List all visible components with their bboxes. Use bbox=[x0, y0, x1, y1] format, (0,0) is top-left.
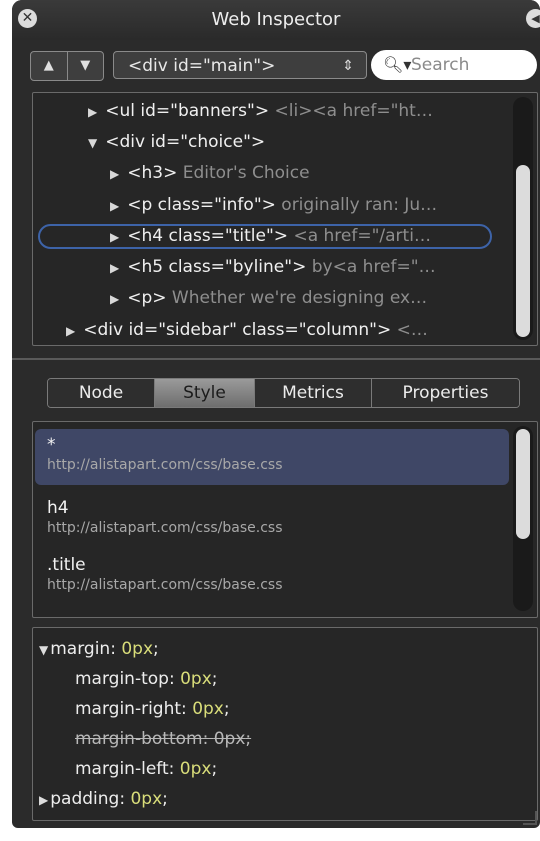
property-row-overridden[interactable]: margin-bottom: 0px; bbox=[75, 728, 251, 750]
tab-metrics[interactable]: Metrics bbox=[255, 379, 372, 407]
node-select-value: <div id="main"> bbox=[128, 56, 276, 76]
pane-divider[interactable] bbox=[12, 358, 540, 360]
dom-node-preview: originally ran: Ju… bbox=[281, 195, 438, 215]
dom-tree-scroll-thumb[interactable] bbox=[516, 165, 530, 337]
toolbar: ▲ ▼ <div id="main"> ⇕ 🔍︎▾ Search bbox=[12, 47, 540, 85]
dom-node-preview: <a href="/arti… bbox=[293, 226, 431, 246]
expanded-triangle-icon[interactable]: ▼ bbox=[39, 643, 48, 657]
dom-node-row[interactable]: ▶ <div id="sidebar" class="column"> <… bbox=[66, 317, 488, 343]
collapsed-triangle-icon[interactable]: ▶ bbox=[110, 199, 119, 213]
rule-selector: .title bbox=[47, 555, 86, 575]
web-inspector-window: ✕ Web Inspector ◀ ▲ ▼ <div id="main"> ⇕ … bbox=[12, 0, 540, 828]
previous-node-button[interactable]: ▲ bbox=[31, 52, 68, 80]
property-value[interactable]: 0px bbox=[180, 669, 212, 689]
rule-source-link[interactable]: http://alistapart.com/css/base.css bbox=[47, 455, 509, 475]
style-properties-panel: ▼ margin: 0px; margin-top: 0px; margin-ri… bbox=[32, 627, 538, 821]
collapsed-triangle-icon[interactable]: ▶ bbox=[110, 167, 119, 181]
dom-node-row[interactable]: ▶ <ul id="banners"> <li><a href="ht… bbox=[88, 98, 488, 124]
property-row[interactable]: margin-top: 0px; bbox=[75, 668, 218, 690]
property-value[interactable]: 0px bbox=[130, 789, 162, 809]
style-rules-scroll-thumb[interactable] bbox=[516, 429, 530, 539]
dom-node-row[interactable]: ▶ <h3> Editor's Choice bbox=[110, 160, 488, 186]
dom-tree-panel: ▶ <ul id="banners"> <li><a href="ht… ▼ <di… bbox=[32, 92, 538, 346]
tab-properties[interactable]: Properties bbox=[372, 379, 519, 407]
tab-node[interactable]: Node bbox=[48, 379, 155, 407]
style-rules-panel: * http://alistapart.com/css/base.css h4 … bbox=[32, 421, 538, 618]
style-rule-selected[interactable]: * http://alistapart.com/css/base.css bbox=[35, 429, 509, 485]
tab-style[interactable]: Style bbox=[155, 379, 255, 407]
collapsed-triangle-icon[interactable]: ▶ bbox=[88, 105, 97, 119]
property-name: margin bbox=[50, 639, 111, 659]
collapsed-triangle-icon[interactable]: ▶ bbox=[39, 793, 48, 807]
property-value[interactable]: 0px bbox=[121, 639, 153, 659]
dom-node-tag: <ul id="banners"> bbox=[105, 101, 270, 121]
search-placeholder: Search bbox=[411, 55, 470, 75]
dom-node-tag: <div id="choice"> bbox=[105, 132, 266, 152]
style-rules-scrollbar[interactable] bbox=[513, 426, 533, 611]
dom-node-preview: <… bbox=[396, 320, 428, 340]
dom-tree-scrollbar[interactable] bbox=[513, 97, 533, 340]
style-rule[interactable]: h4 http://alistapart.com/css/base.css bbox=[35, 498, 509, 544]
search-field[interactable]: 🔍︎▾ Search bbox=[371, 50, 537, 80]
navigation-arrows: ▲ ▼ bbox=[30, 51, 104, 81]
dom-node-tag: <h4 class="title"> bbox=[127, 226, 289, 246]
next-node-button[interactable]: ▼ bbox=[68, 52, 104, 80]
dom-node-tag: <h5 class="byline"> bbox=[127, 257, 307, 277]
dom-node-row[interactable]: ▶ <h5 class="byline"> by<a href="… bbox=[110, 254, 488, 280]
rule-source-link[interactable]: http://alistapart.com/css/base.css bbox=[47, 518, 509, 538]
node-select[interactable]: <div id="main"> ⇕ bbox=[113, 51, 367, 79]
dom-node-row[interactable]: ▼ <div id="choice"> bbox=[88, 129, 488, 155]
dom-node-tag: <div id="sidebar" class="column"> bbox=[83, 320, 392, 340]
dom-node-row-selected[interactable]: ▶ <h4 class="title"> <a href="/arti… bbox=[110, 223, 488, 249]
property-row[interactable]: margin-left: 0px; bbox=[75, 758, 217, 780]
collapsed-triangle-icon[interactable]: ▶ bbox=[66, 324, 75, 338]
collapsed-triangle-icon[interactable]: ▶ bbox=[110, 261, 119, 275]
dom-node-preview: Whether we're designing ex… bbox=[171, 288, 428, 308]
collapsed-triangle-icon[interactable]: ▶ bbox=[110, 230, 119, 244]
rule-source-link[interactable]: http://alistapart.com/css/base.css bbox=[47, 575, 509, 595]
rule-selector: * bbox=[47, 435, 56, 455]
style-rule[interactable]: .title http://alistapart.com/css/base.cs… bbox=[35, 555, 509, 601]
property-row-expanded[interactable]: ▼ margin: 0px; bbox=[39, 638, 159, 661]
property-value[interactable]: 0px bbox=[214, 729, 246, 749]
dom-node-preview: <li><a href="ht… bbox=[274, 101, 433, 121]
property-name: margin-right bbox=[75, 699, 182, 719]
dom-node-row[interactable]: ▶ <p> Whether we're designing ex… bbox=[110, 285, 488, 311]
property-value[interactable]: 0px bbox=[180, 759, 212, 779]
dom-node-preview: Editor's Choice bbox=[182, 163, 310, 183]
resize-grip-icon[interactable] bbox=[523, 811, 537, 825]
title-bar: ✕ Web Inspector ◀ bbox=[12, 0, 540, 40]
select-updown-icon: ⇕ bbox=[342, 58, 354, 74]
property-row-collapsed[interactable]: ▶ padding: 0px; bbox=[39, 788, 168, 811]
window-title: Web Inspector bbox=[211, 9, 341, 30]
property-row[interactable]: margin-right: 0px; bbox=[75, 698, 230, 720]
dom-node-row[interactable]: ▶ <p class="info"> originally ran: Ju… bbox=[110, 192, 488, 218]
dom-node-tag: <h3> bbox=[127, 163, 178, 183]
property-name: margin-top bbox=[75, 669, 169, 689]
dom-node-tag: <p> bbox=[127, 288, 167, 308]
dom-node-preview: by<a href="… bbox=[311, 257, 436, 277]
rule-selector: h4 bbox=[47, 498, 69, 518]
property-value[interactable]: 0px bbox=[192, 699, 224, 719]
details-tab-bar: Node Style Metrics Properties bbox=[47, 378, 520, 408]
property-name: margin-left bbox=[75, 759, 169, 779]
search-icon: 🔍︎▾ bbox=[383, 55, 412, 74]
dom-node-tag: <p class="info"> bbox=[127, 195, 276, 215]
expanded-triangle-icon[interactable]: ▼ bbox=[88, 136, 97, 150]
property-name: padding bbox=[50, 789, 120, 809]
collapsed-triangle-icon[interactable]: ▶ bbox=[110, 292, 119, 306]
toolbar-toggle-icon[interactable]: ◀ bbox=[526, 9, 540, 28]
property-name: margin-bottom bbox=[75, 729, 203, 749]
